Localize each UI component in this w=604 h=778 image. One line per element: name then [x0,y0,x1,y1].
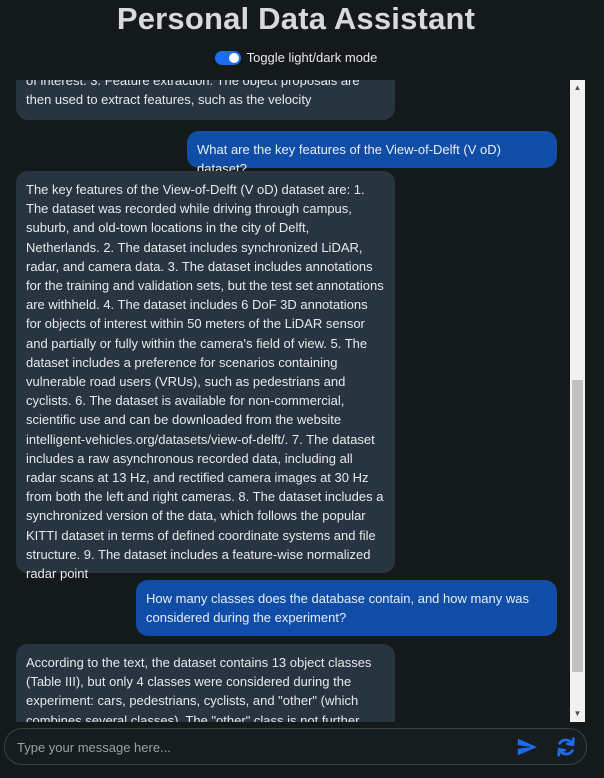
scrollbar-thumb[interactable] [572,380,583,672]
bot-message: of interest. 3. Feature extraction: The … [16,80,395,120]
theme-toggle-label: Toggle light/dark mode [246,50,378,65]
theme-toggle-switch[interactable] [214,50,241,65]
message-input-bar [4,728,587,766]
chat-window[interactable]: of interest. 3. Feature extraction: The … [0,80,570,722]
user-message: What are the key features of the View-of… [187,131,557,176]
scroll-down-arrow-icon[interactable]: ▼ [570,707,585,721]
bot-message: The key features of the View-of-Delft (V… [16,171,395,581]
user-message: How many classes does the database conta… [136,580,557,636]
send-icon[interactable] [516,736,538,758]
theme-toggle[interactable]: Toggle light/dark mode [0,50,592,65]
chat-scrollbar[interactable]: ▲ ▼ [570,80,585,722]
refresh-icon[interactable] [555,736,577,758]
page-title: Personal Data Assistant [116,1,476,36]
message-input[interactable] [15,729,499,766]
scroll-up-arrow-icon[interactable]: ▲ [570,81,585,95]
bot-message: According to the text, the dataset conta… [16,644,395,722]
theme-toggle-knob [228,52,239,63]
